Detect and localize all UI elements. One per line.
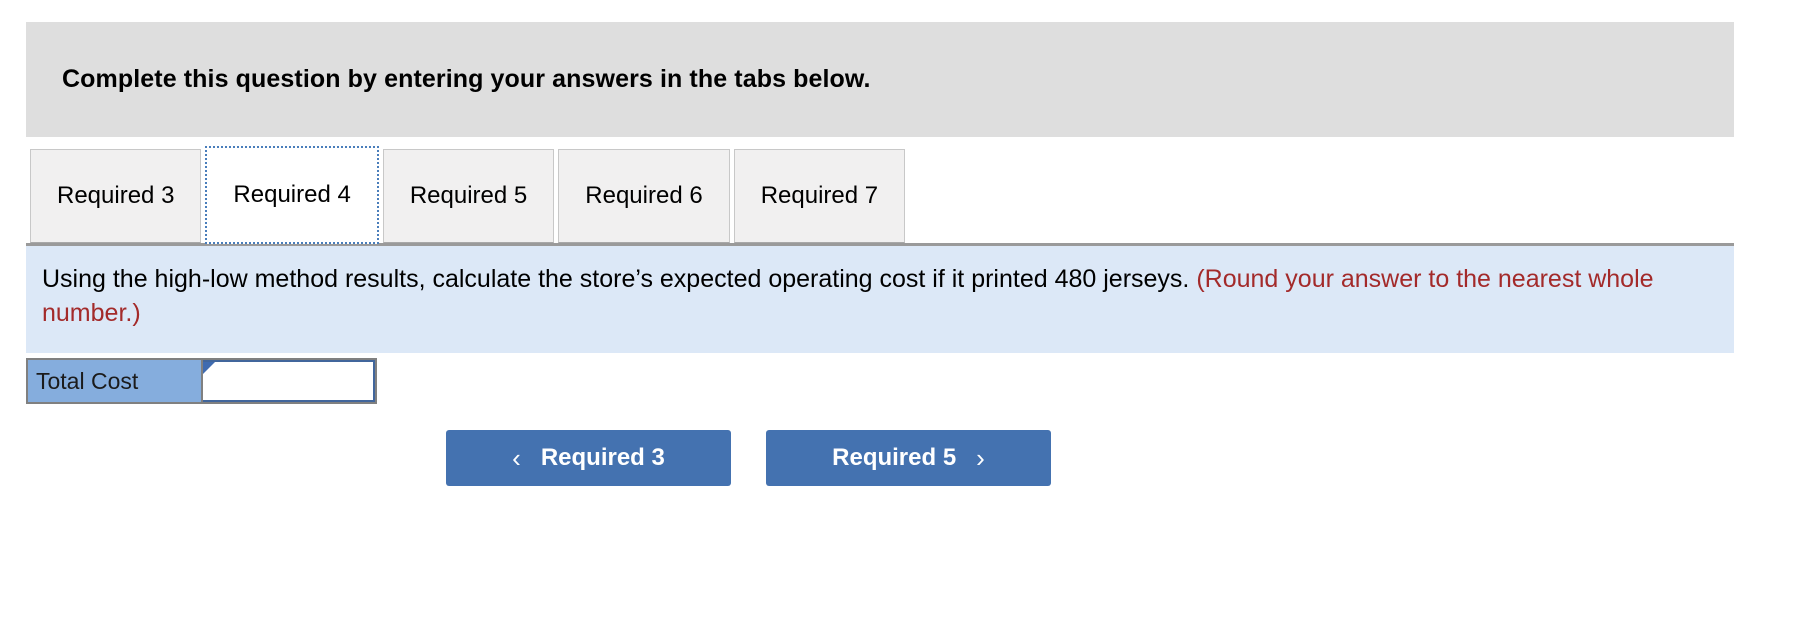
tab-strip: Required 3 Required 4 Required 5 Require…: [30, 146, 909, 245]
chevron-right-icon: ›: [976, 443, 985, 473]
question-panel: Using the high-low method results, calcu…: [26, 243, 1734, 353]
total-cost-input[interactable]: [203, 362, 373, 400]
tab-label: Required 3: [57, 182, 175, 209]
instruction-text: Complete this question by entering your …: [62, 65, 871, 93]
navigation-buttons: ‹ Required 3 Required 5 ›: [446, 430, 1051, 486]
tab-label: Required 6: [585, 182, 703, 209]
chevron-left-icon: ‹: [512, 443, 521, 473]
total-cost-label-text: Total Cost: [36, 367, 139, 394]
tab-label: Required 4: [233, 181, 351, 208]
tab-required-5[interactable]: Required 5: [382, 149, 555, 243]
question-prompt: Using the high-low method results, calcu…: [42, 265, 1190, 293]
question-text: Using the high-low method results, calcu…: [42, 262, 1714, 330]
answer-table: Total Cost: [26, 358, 377, 404]
tab-required-3[interactable]: Required 3: [30, 149, 202, 243]
tab-label: Required 7: [760, 182, 879, 209]
tab-required-6[interactable]: Required 6: [558, 149, 730, 243]
total-cost-label: Total Cost: [28, 360, 203, 402]
next-required-5-button[interactable]: Required 5 ›: [766, 430, 1051, 486]
question-page: Complete this question by entering your …: [0, 0, 1816, 622]
next-button-label: Required 5: [832, 444, 957, 471]
tab-label: Required 5: [409, 182, 528, 209]
instruction-banner: Complete this question by entering your …: [26, 22, 1734, 137]
tab-required-4[interactable]: Required 4: [205, 146, 379, 244]
previous-required-3-button[interactable]: ‹ Required 3: [446, 430, 731, 486]
total-cost-input-cell[interactable]: [203, 360, 375, 402]
tab-required-7[interactable]: Required 7: [733, 149, 906, 243]
previous-button-label: Required 3: [540, 444, 665, 471]
